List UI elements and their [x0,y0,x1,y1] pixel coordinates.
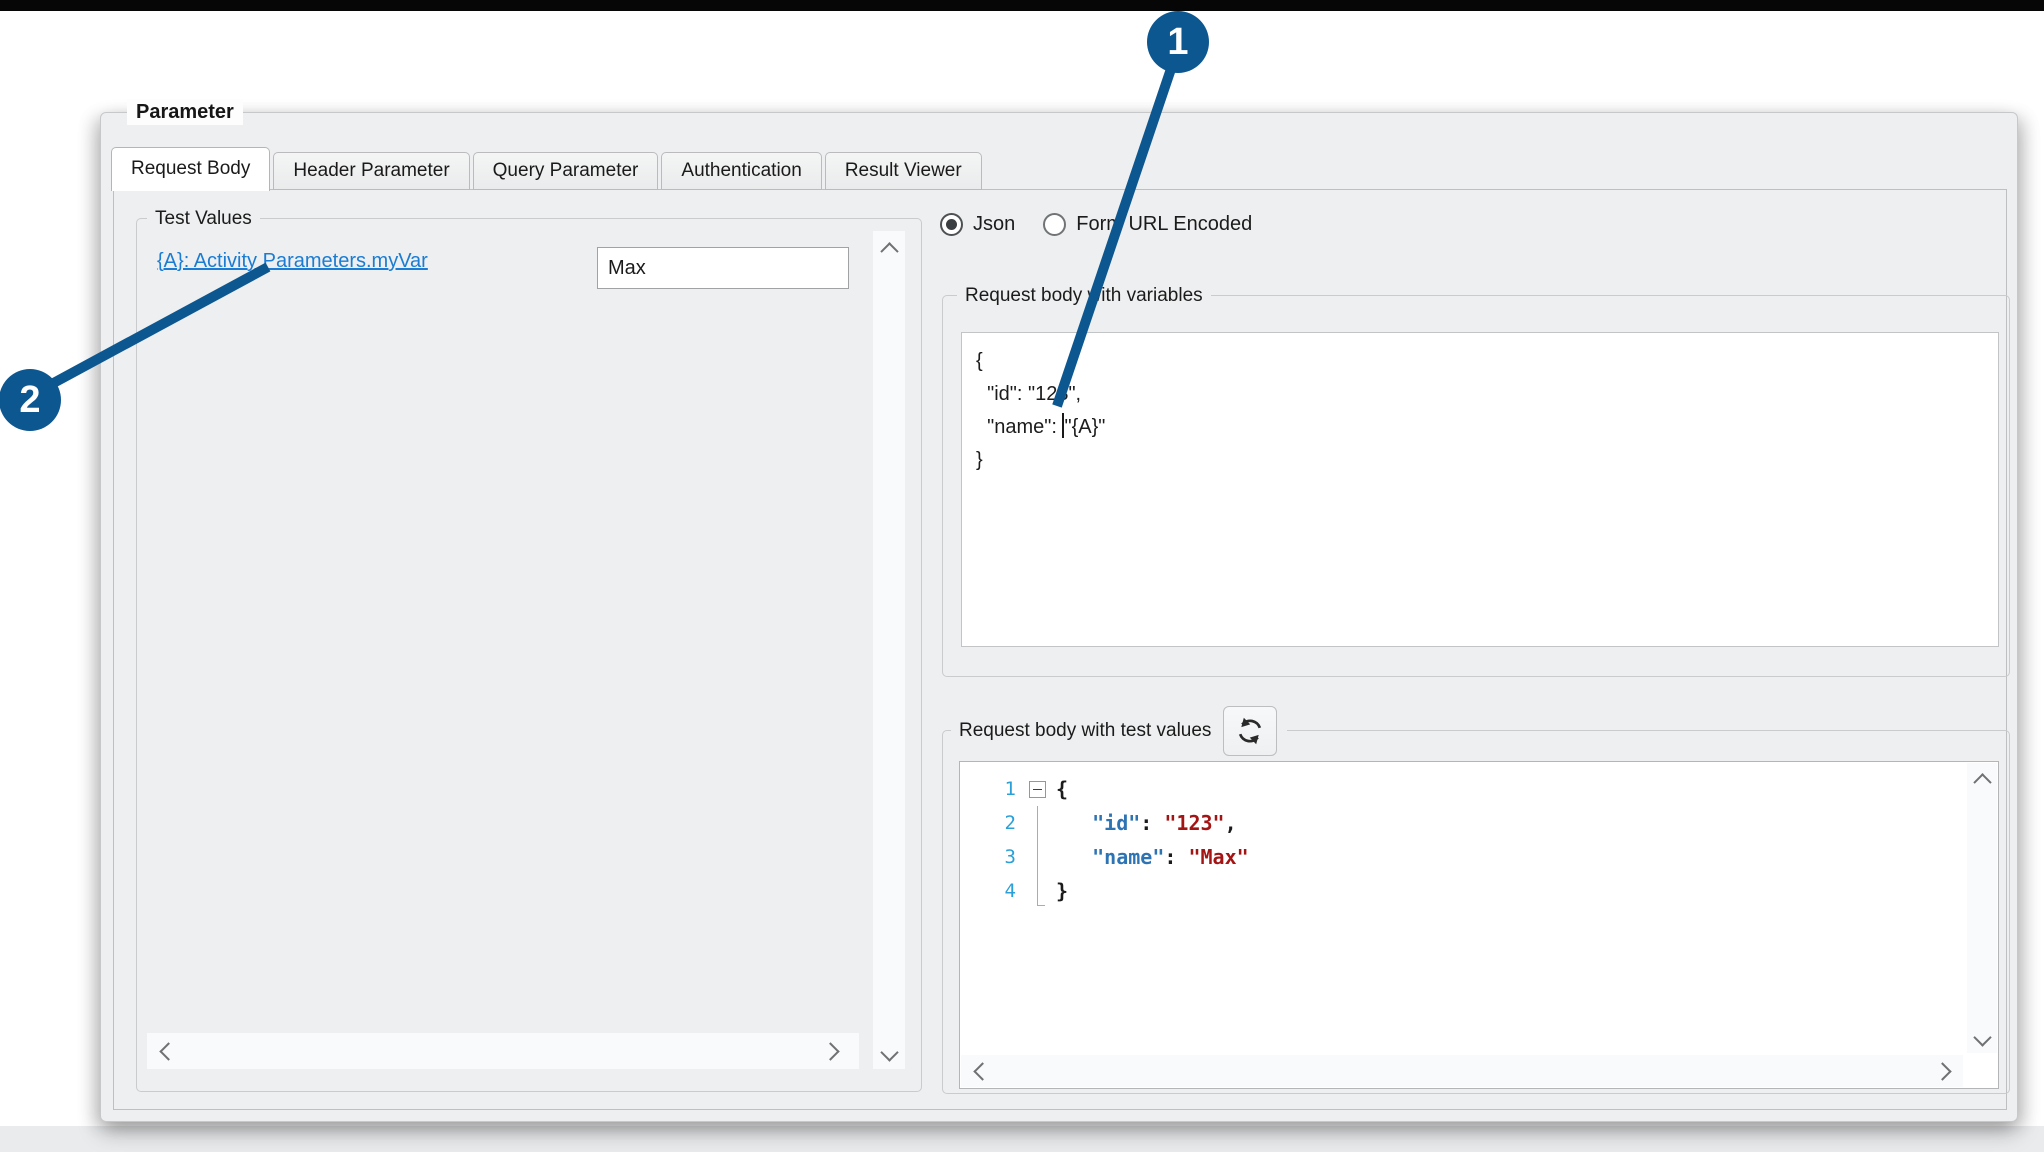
chevron-left-icon [973,1062,991,1080]
request-body-test-values-legend: Request body with test values [951,701,1287,761]
line-number: 1 [976,772,1016,806]
viewer-vertical-scrollbar[interactable] [1967,763,1997,1053]
tab-strip: Request BodyHeader ParameterQuery Parame… [111,146,985,190]
radio-circle-icon [940,213,963,236]
scroll-up-button[interactable] [1967,764,1997,794]
callout-2-number: 2 [19,379,40,422]
request-body-variables-label: Request body with variables [957,283,1211,309]
code-text: } [1056,874,1068,908]
code-text: { [1056,772,1068,806]
radio-circle-icon [1043,213,1066,236]
scroll-down-button[interactable] [1967,1022,1997,1052]
viewer-horizontal-scrollbar[interactable] [961,1055,1963,1087]
tab-result-viewer[interactable]: Result Viewer [825,152,982,190]
request-body-test-values-groupbox: Request body with test values [942,730,2010,1094]
code-text: "name": "Max" [1056,840,1249,874]
parameter-groupbox-label: Parameter [127,99,243,125]
scroll-down-button[interactable] [874,1037,904,1067]
radio-json[interactable]: Json [940,213,1015,236]
scroll-left-button[interactable] [153,1036,183,1066]
refresh-button[interactable] [1223,706,1277,756]
radio-label: Form URL Encoded [1076,213,1252,236]
tab-header-parameter[interactable]: Header Parameter [273,152,469,190]
radio-label: Json [973,213,1015,236]
request-body-variables-editor[interactable]: { "id": "123", "name": "{A}" } [961,332,1999,647]
code-text: "id": "123", [1056,806,1237,840]
chevron-down-icon [1973,1028,1991,1046]
code-line: 4} [976,874,1966,908]
fold-toggle-icon[interactable] [1029,781,1046,798]
code-line: 3 "name": "Max" [976,840,1966,874]
callout-1-badge: 1 [1147,11,1209,73]
line-number: 4 [976,874,1016,908]
test-values-vertical-scrollbar[interactable] [873,231,905,1069]
request-body-variables-text: { "id": "123", "name": "{A}" } [962,333,1998,477]
tab-query-parameter[interactable]: Query Parameter [473,152,659,190]
tab-request-body[interactable]: Request Body [111,147,270,191]
callout-2-badge: 2 [0,369,61,431]
scroll-right-button[interactable] [815,1036,845,1066]
chevron-up-icon [1973,773,1991,791]
code-line: 1{ [976,772,1966,806]
test-value-input[interactable] [597,247,849,289]
scroll-left-button[interactable] [967,1056,997,1086]
test-values-horizontal-scrollbar[interactable] [147,1033,859,1069]
test-values-groupbox: Test Values {A}: Activity Parameters.myV… [136,218,922,1092]
parameter-groupbox: Parameter Request BodyHeader ParameterQu… [100,112,2018,1122]
request-body-test-values-viewer[interactable]: 1{2 "id": "123",3 "name": "Max"4} [959,761,1999,1089]
refresh-icon [1234,715,1266,747]
page-bottom-strip [0,1126,2044,1152]
fold-guide-line [1037,806,1045,906]
chevron-down-icon [880,1043,898,1061]
request-body-tab-page: Test Values {A}: Activity Parameters.myV… [113,189,2007,1110]
code-area: 1{2 "id": "123",3 "name": "Max"4} [960,762,1966,1054]
body-format-radios: Json Form URL Encoded [940,209,1252,239]
line-number: 2 [976,806,1016,840]
top-black-bar [0,0,2044,11]
tab-authentication[interactable]: Authentication [661,152,821,190]
scroll-up-button[interactable] [874,233,904,263]
request-body-test-values-label: Request body with test values [959,720,1211,742]
chevron-up-icon [880,242,898,260]
chevron-right-icon [1933,1062,1951,1080]
request-body-variables-groupbox: Request body with variables { "id": "123… [942,295,2010,677]
test-values-label: Test Values [147,206,260,232]
scroll-right-button[interactable] [1927,1056,1957,1086]
callout-1-number: 1 [1167,21,1188,64]
radio-form-url-encoded[interactable]: Form URL Encoded [1043,213,1252,236]
variable-link[interactable]: {A}: Activity Parameters.myVar [157,250,428,273]
fold-gutter [1026,772,1056,806]
chevron-left-icon [159,1042,177,1060]
chevron-right-icon [821,1042,839,1060]
line-number: 3 [976,840,1016,874]
code-line: 2 "id": "123", [976,806,1966,840]
screenshot-canvas: Parameter Request BodyHeader ParameterQu… [0,0,2044,1152]
